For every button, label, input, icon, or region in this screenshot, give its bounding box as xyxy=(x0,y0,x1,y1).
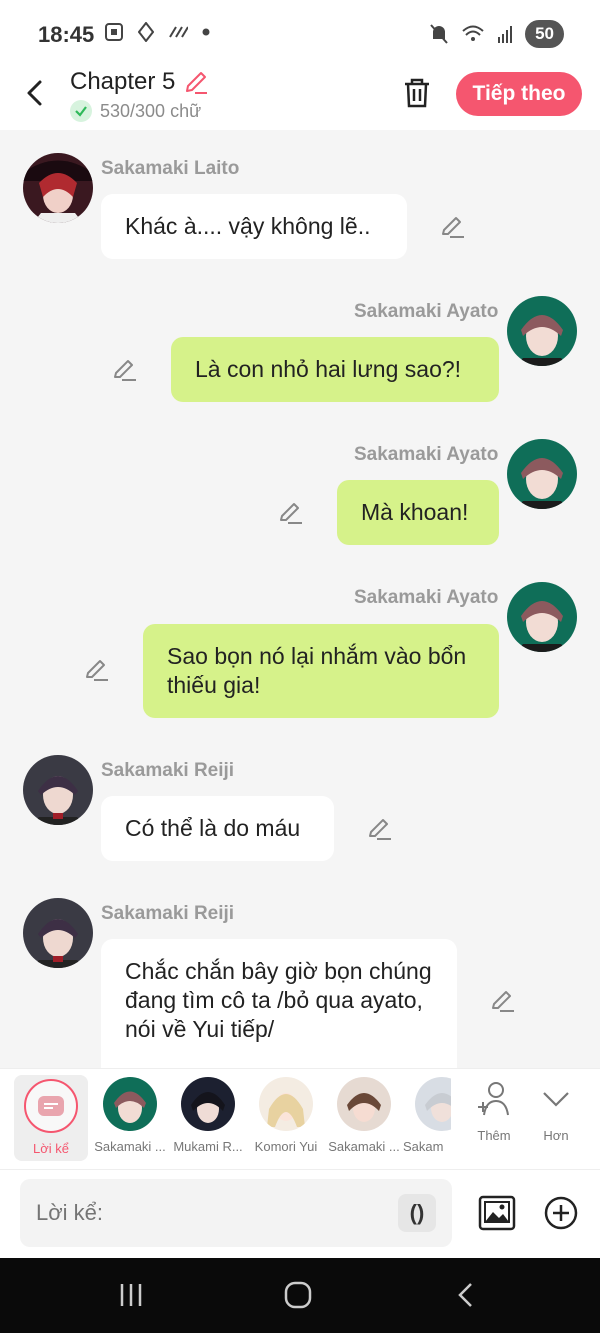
edit-message-icon[interactable] xyxy=(112,357,138,383)
character-selector: Lời kể Sakamaki ... Mukami R... Komori Y… xyxy=(0,1068,600,1170)
data-saver-icon xyxy=(169,26,188,38)
add-circle-icon[interactable] xyxy=(542,1194,580,1232)
character-option[interactable]: Komori Yui xyxy=(247,1077,325,1154)
screenshot-icon xyxy=(105,23,123,41)
battery-badge: 50 xyxy=(525,20,564,48)
chevron-down-icon xyxy=(543,1092,569,1107)
avatar xyxy=(181,1077,235,1131)
character-option[interactable]: Mukami R... xyxy=(169,1077,247,1154)
message-bubble[interactable]: Khác à.... vậy không lẽ.. xyxy=(101,194,407,259)
avatar xyxy=(337,1077,391,1131)
narrator-label: Lời kể xyxy=(33,1141,69,1156)
message-input[interactable] xyxy=(20,1179,452,1247)
signal-icon xyxy=(498,26,513,43)
character-option[interactable]: Sakamaki ... xyxy=(91,1077,169,1154)
chapter-title-text: Chapter 5 xyxy=(70,68,176,95)
input-bar: () xyxy=(0,1170,600,1258)
character-name: Mukami R... xyxy=(173,1139,243,1154)
avatar[interactable] xyxy=(507,582,577,652)
avatar[interactable] xyxy=(507,296,577,366)
recent-apps-icon[interactable] xyxy=(116,1280,146,1310)
back-arrow-icon[interactable] xyxy=(20,78,50,108)
status-bar: 18:45 50 xyxy=(0,0,600,64)
message-bubble[interactable]: Chắc chắn bây giờ bọn chúng đang tìm cô … xyxy=(101,939,457,1068)
next-button[interactable]: Tiếp theo xyxy=(456,72,582,116)
narrator-tab[interactable]: Lời kể xyxy=(14,1075,88,1161)
status-time: 18:45 xyxy=(38,22,95,47)
character-option[interactable]: Sakamaki ... xyxy=(325,1077,403,1154)
add-character-button[interactable]: Thêm xyxy=(464,1079,524,1143)
avatar xyxy=(103,1077,157,1131)
word-count-text: 530/300 chữ xyxy=(100,100,202,121)
word-count: 530/300 chữ xyxy=(70,100,201,122)
avatar xyxy=(415,1077,451,1131)
character-name: Sakam xyxy=(403,1139,444,1154)
sender-name: Sakamaki Ayato xyxy=(354,587,499,608)
edit-message-icon[interactable] xyxy=(367,816,393,842)
edit-message-icon[interactable] xyxy=(84,657,110,683)
sender-name: Sakamaki Reiji xyxy=(101,903,235,924)
trash-icon[interactable] xyxy=(400,76,434,110)
character-name: Sakamaki ... xyxy=(94,1139,166,1154)
add-person-icon xyxy=(478,1082,509,1116)
avatar[interactable] xyxy=(23,898,93,968)
add-label: Thêm xyxy=(477,1128,511,1143)
vpn-icon xyxy=(138,22,154,42)
avatar[interactable] xyxy=(507,439,577,509)
status-left-icons xyxy=(104,22,210,42)
character-name: Sakamaki ... xyxy=(328,1139,400,1154)
sender-name: Sakamaki Reiji xyxy=(101,760,235,781)
narrator-icon xyxy=(24,1079,78,1133)
avatar xyxy=(259,1077,313,1131)
sender-name: Sakamaki Ayato xyxy=(354,444,499,465)
wifi-icon xyxy=(462,25,484,41)
edit-message-icon[interactable] xyxy=(278,500,304,526)
character-option[interactable]: Sakam xyxy=(403,1077,451,1154)
edit-title-icon[interactable] xyxy=(183,69,209,95)
message-bubble[interactable]: Có thể là do máu xyxy=(101,796,334,861)
avatar[interactable] xyxy=(23,153,93,223)
more-button[interactable]: Hơn xyxy=(526,1079,586,1143)
message-bubble[interactable]: Mà khoan! xyxy=(337,480,499,545)
chat-area: Sakamaki Laito Khác à.... vậy không lẽ..… xyxy=(0,130,600,1068)
home-icon[interactable] xyxy=(283,1280,313,1310)
sender-name: Sakamaki Ayato xyxy=(354,301,499,322)
edit-message-icon[interactable] xyxy=(490,988,516,1014)
editor-header: Chapter 5 530/300 chữ Tiếp theo xyxy=(0,64,600,130)
sender-name: Sakamaki Laito xyxy=(101,158,240,179)
system-nav-bar xyxy=(0,1258,600,1333)
chapter-title[interactable]: Chapter 5 xyxy=(70,68,209,96)
parenthesis-button[interactable]: () xyxy=(398,1194,436,1232)
dot-icon xyxy=(202,28,210,36)
mute-icon xyxy=(430,24,448,44)
avatar[interactable] xyxy=(23,755,93,825)
message-bubble[interactable]: Là con nhỏ hai lưng sao?! xyxy=(171,337,499,402)
more-label: Hơn xyxy=(543,1128,569,1143)
message-bubble[interactable]: Sao bọn nó lại nhắm vào bổn thiếu gia! xyxy=(143,624,499,718)
back-nav-icon[interactable] xyxy=(452,1280,482,1310)
check-icon xyxy=(70,100,92,122)
character-name: Komori Yui xyxy=(254,1139,318,1154)
image-icon[interactable] xyxy=(478,1194,516,1232)
edit-message-icon[interactable] xyxy=(440,214,466,240)
status-right-icons: 50 xyxy=(429,20,564,48)
